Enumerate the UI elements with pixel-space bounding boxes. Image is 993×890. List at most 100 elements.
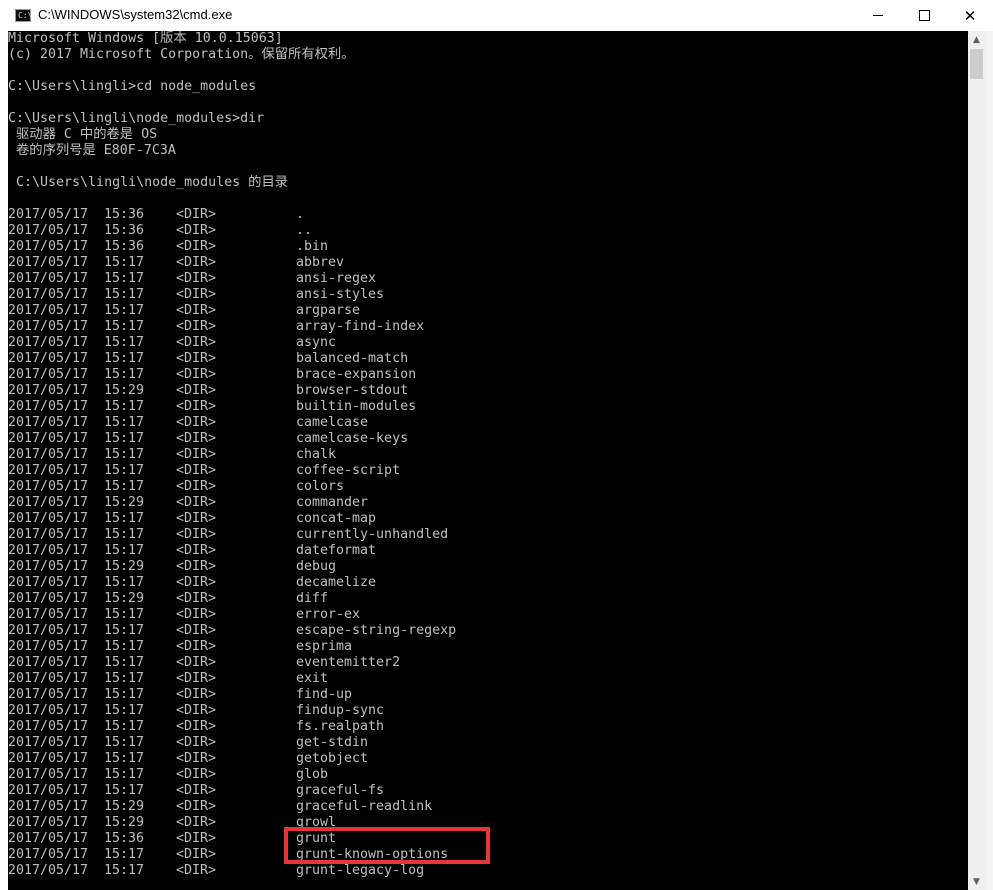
entry-name: glob (296, 767, 329, 782)
cmd-icon[interactable]: C:\ (15, 9, 32, 22)
dir-entry-row: 2017/05/17 15:17 <DIR> grunt-legacy-log (8, 863, 968, 879)
entry-time: 15:17 (104, 463, 145, 478)
entry-type: <DIR> (176, 783, 217, 798)
entry-time: 15:17 (104, 863, 145, 878)
entry-name: . (296, 207, 305, 222)
entry-time: 15:29 (104, 559, 145, 574)
entry-time: 15:36 (104, 239, 145, 254)
entry-name: dateformat (296, 543, 377, 558)
scroll-up-button[interactable]: ▲ (968, 31, 985, 48)
entry-name: findup-sync (296, 703, 385, 718)
entry-date: 2017/05/17 (8, 863, 89, 878)
scroll-down-icon: ▼ (973, 876, 980, 887)
entry-name: eventemitter2 (296, 655, 401, 670)
dir-entry-row: 2017/05/17 15:17 <DIR> findup-sync (8, 703, 968, 719)
dir-entry-row: 2017/05/17 15:29 <DIR> diff (8, 591, 968, 607)
entry-type: <DIR> (176, 543, 217, 558)
maximize-button[interactable] (901, 0, 947, 31)
entry-name: browser-stdout (296, 383, 409, 398)
dir-entry-row: 2017/05/17 15:17 <DIR> array-find-index (8, 319, 968, 335)
entry-type: <DIR> (176, 463, 217, 478)
entry-date: 2017/05/17 (8, 431, 89, 446)
dir-entry-row: 2017/05/17 15:17 <DIR> argparse (8, 303, 968, 319)
entry-time: 15:29 (104, 495, 145, 510)
console-line: C:\Users\lingli\node_modules 的目录 (8, 175, 289, 190)
entry-date: 2017/05/17 (8, 383, 89, 398)
dir-entry-row: 2017/05/17 15:17 <DIR> exit (8, 671, 968, 687)
entry-date: 2017/05/17 (8, 783, 89, 798)
entry-name: decamelize (296, 575, 377, 590)
entry-date: 2017/05/17 (8, 767, 89, 782)
entry-name: builtin-modules (296, 399, 417, 414)
entry-name: fs.realpath (296, 719, 385, 734)
entry-name: .. (296, 223, 313, 238)
entry-type: <DIR> (176, 431, 217, 446)
dir-entry-row: 2017/05/17 15:17 <DIR> escape-string-regexp (8, 623, 968, 639)
entry-time: 15:17 (104, 655, 145, 670)
entry-time: 15:17 (104, 271, 145, 286)
entry-date: 2017/05/17 (8, 255, 89, 270)
entry-type: <DIR> (176, 703, 217, 718)
minimize-button[interactable] (855, 0, 901, 31)
dir-entry-row: 2017/05/17 15:17 <DIR> find-up (8, 687, 968, 703)
entry-time: 15:17 (104, 527, 145, 542)
entry-time: 15:17 (104, 415, 145, 430)
close-button[interactable]: ✕ (947, 0, 993, 31)
console-line: Microsoft Windows [版本 10.0.15063] (8, 31, 283, 46)
entry-name: escape-string-regexp (296, 623, 457, 638)
entry-type: <DIR> (176, 511, 217, 526)
scroll-down-button[interactable]: ▼ (968, 873, 985, 890)
entry-name: currently-unhandled (296, 527, 449, 542)
entry-date: 2017/05/17 (8, 287, 89, 302)
cmd-window: C:\ C:\WINDOWS\system32\cmd.exe ✕ Micros… (0, 0, 993, 890)
entry-type: <DIR> (176, 239, 217, 254)
vertical-scrollbar[interactable]: ▲ ▼ (968, 31, 985, 890)
entry-date: 2017/05/17 (8, 239, 89, 254)
dir-entry-row: 2017/05/17 15:17 <DIR> dateformat (8, 543, 968, 559)
dir-entry-row: 2017/05/17 15:17 <DIR> concat-map (8, 511, 968, 527)
entry-time: 15:17 (104, 735, 145, 750)
entry-date: 2017/05/17 (8, 367, 89, 382)
console-line: 驱动器 C 中的卷是 OS (8, 127, 158, 142)
entry-date: 2017/05/17 (8, 751, 89, 766)
entry-date: 2017/05/17 (8, 511, 89, 526)
entry-date: 2017/05/17 (8, 847, 89, 862)
entry-name: argparse (296, 303, 361, 318)
entry-type: <DIR> (176, 751, 217, 766)
entry-type: <DIR> (176, 383, 217, 398)
entry-time: 15:29 (104, 799, 145, 814)
title-bar[interactable]: C:\ C:\WINDOWS\system32\cmd.exe ✕ (0, 0, 993, 31)
entry-time: 15:17 (104, 303, 145, 318)
entry-time: 15:29 (104, 383, 145, 398)
entry-time: 15:17 (104, 847, 145, 862)
dir-entry-row: 2017/05/17 15:17 <DIR> chalk (8, 447, 968, 463)
entry-name: brace-expansion (296, 367, 417, 382)
entry-date: 2017/05/17 (8, 543, 89, 558)
entry-name: ansi-regex (296, 271, 377, 286)
entry-name: ansi-styles (296, 287, 385, 302)
dir-entry-row: 2017/05/17 15:17 <DIR> camelcase-keys (8, 431, 968, 447)
entry-name: concat-map (296, 511, 377, 526)
dir-entry-row: 2017/05/17 15:17 <DIR> builtin-modules (8, 399, 968, 415)
entry-name: balanced-match (296, 351, 409, 366)
maximize-icon (918, 10, 930, 21)
entry-name: get-stdin (296, 735, 369, 750)
entry-date: 2017/05/17 (8, 351, 89, 366)
entry-time: 15:36 (104, 831, 145, 846)
scroll-thumb[interactable] (970, 49, 983, 79)
dir-entry-row: 2017/05/17 15:17 <DIR> glob (8, 767, 968, 783)
console-output-area[interactable]: Microsoft Windows [版本 10.0.15063] (c) 201… (8, 31, 968, 890)
entry-name: find-up (296, 687, 353, 702)
dir-entry-row: 2017/05/17 15:17 <DIR> balanced-match (8, 351, 968, 367)
entry-time: 15:17 (104, 687, 145, 702)
dir-entry-row: 2017/05/17 15:17 <DIR> error-ex (8, 607, 968, 623)
minimize-icon (873, 15, 883, 16)
entry-date: 2017/05/17 (8, 815, 89, 830)
entry-time: 15:17 (104, 639, 145, 654)
entry-date: 2017/05/17 (8, 415, 89, 430)
dir-entry-row: 2017/05/17 15:17 <DIR> esprima (8, 639, 968, 655)
